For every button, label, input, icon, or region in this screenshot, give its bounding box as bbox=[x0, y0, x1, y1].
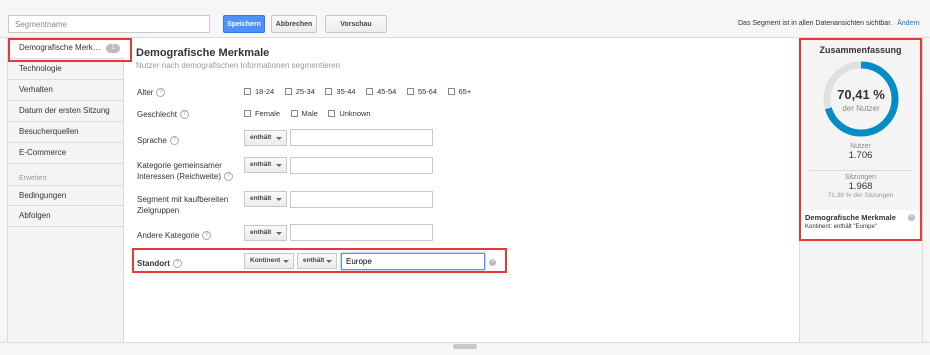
visibility-info: Das Segment ist in allen Datenansichten … bbox=[738, 20, 920, 27]
sidebar-item-technology[interactable]: Technologie bbox=[8, 59, 124, 80]
sidebar-item-label: Bedingungen bbox=[19, 191, 67, 200]
market-value-input[interactable] bbox=[290, 191, 433, 208]
other-label: Andere Kategorie bbox=[137, 231, 200, 240]
age-checkbox-35-44[interactable] bbox=[325, 88, 333, 96]
frame-right bbox=[922, 38, 930, 355]
chevron-down-icon bbox=[276, 198, 282, 201]
language-label: Sprache bbox=[137, 136, 167, 145]
gender-row-label: Geschlecht? bbox=[137, 109, 190, 120]
age-checkbox-45-54[interactable] bbox=[366, 88, 374, 96]
language-value-input[interactable] bbox=[290, 129, 433, 146]
sidebar-item-ecommerce[interactable]: E-Commerce bbox=[8, 143, 124, 164]
age-option-label: 25-34 bbox=[295, 87, 315, 97]
gender-label: Geschlecht bbox=[137, 110, 178, 119]
sidebar-item-label: E-Commerce bbox=[19, 148, 67, 157]
frame-left bbox=[0, 38, 8, 355]
market-operator-select[interactable]: enthält bbox=[244, 191, 287, 207]
section-title: Demografische Merkmale bbox=[136, 47, 270, 59]
summary-highlight-box bbox=[799, 38, 922, 241]
age-row-label: Alter? bbox=[137, 87, 166, 98]
gender-checkbox-unknown[interactable] bbox=[328, 110, 336, 118]
market-label-line2: Zielgruppen bbox=[137, 206, 180, 215]
operator-label: enthält bbox=[250, 229, 272, 236]
chevron-down-icon bbox=[276, 232, 282, 235]
age-option-label: 35-44 bbox=[336, 87, 356, 97]
help-icon[interactable]: ? bbox=[169, 136, 179, 146]
visibility-text: Das Segment ist in allen Datenansichten … bbox=[738, 20, 893, 27]
language-operator-select[interactable]: enthält bbox=[244, 130, 287, 146]
section-subtitle: Nutzer nach demografischen Informationen… bbox=[136, 61, 341, 70]
other-row-label: Andere Kategorie? bbox=[137, 230, 212, 241]
operator-label: enthält bbox=[250, 161, 272, 168]
other-operator-select[interactable]: enthält bbox=[244, 225, 287, 241]
help-icon[interactable]: ? bbox=[156, 88, 166, 98]
gender-option-label: Male bbox=[301, 109, 318, 119]
age-checkbox-25-34[interactable] bbox=[284, 88, 292, 96]
chevron-down-icon bbox=[276, 164, 282, 167]
category-sidebar: Demografische Merk… 1 Technologie Verhal… bbox=[8, 38, 124, 342]
age-option-label: 65+ bbox=[458, 87, 472, 97]
sidebar-item-label: Technologie bbox=[19, 64, 62, 73]
interest-row-label: Kategorie gemeinsamer Interessen (Reichwe… bbox=[137, 160, 234, 182]
sidebar-item-label: Verhalten bbox=[19, 85, 53, 94]
interest-label-line1: Kategorie gemeinsamer bbox=[137, 161, 222, 170]
preview-button[interactable]: Vorschau bbox=[325, 15, 387, 33]
gender-options: Female Male Unknown bbox=[244, 108, 379, 118]
age-checkbox-18-24[interactable] bbox=[244, 88, 251, 96]
age-option-label: 18-24 bbox=[255, 87, 275, 97]
sidebar-item-traffic-sources[interactable]: Besucherquellen bbox=[8, 122, 124, 143]
sidebar-item-sequences[interactable]: Abfolgen bbox=[8, 206, 124, 227]
age-options: 18-24 25-34 35-44 45-54 55-64 65+ bbox=[244, 86, 479, 96]
age-option-label: 45-54 bbox=[377, 87, 397, 97]
age-option-label: 55-64 bbox=[417, 87, 437, 97]
help-icon[interactable]: ? bbox=[180, 110, 190, 120]
help-icon[interactable]: ? bbox=[202, 231, 212, 241]
help-icon[interactable]: ? bbox=[224, 172, 234, 182]
chevron-down-icon bbox=[276, 137, 282, 140]
other-value-input[interactable] bbox=[290, 224, 433, 241]
cancel-button[interactable]: Abbrechen bbox=[271, 15, 317, 33]
sidebar-item-behavior[interactable]: Verhalten bbox=[8, 80, 124, 101]
interest-label-line2: Interessen (Reichweite) bbox=[137, 172, 222, 181]
interest-value-input[interactable] bbox=[290, 157, 433, 174]
save-button[interactable]: Speichern bbox=[223, 15, 265, 33]
segment-name-input[interactable] bbox=[8, 15, 210, 33]
change-visibility-link[interactable]: Ändern bbox=[897, 20, 920, 27]
gender-option-label: Unknown bbox=[339, 109, 371, 119]
horizontal-scrollbar[interactable] bbox=[453, 344, 477, 349]
sidebar-highlight-box bbox=[8, 38, 132, 62]
sidebar-item-conditions[interactable]: Bedingungen bbox=[8, 185, 124, 206]
age-label: Alter bbox=[137, 88, 154, 97]
sidebar-item-label: Besucherquellen bbox=[19, 127, 79, 136]
language-row-label: Sprache? bbox=[137, 135, 179, 146]
age-checkbox-55-64[interactable] bbox=[406, 88, 414, 96]
operator-label: enthält bbox=[250, 134, 272, 141]
market-label-line1: Segment mit kaufbereiten bbox=[137, 195, 229, 204]
operator-label: enthält bbox=[250, 195, 272, 202]
sidebar-item-label: Abfolgen bbox=[19, 211, 51, 220]
sidebar-item-label: Datum der ersten Sitzung bbox=[19, 106, 110, 115]
gender-checkbox-male[interactable] bbox=[290, 110, 298, 118]
interest-operator-select[interactable]: enthält bbox=[244, 157, 287, 173]
sidebar-item-first-session-date[interactable]: Datum der ersten Sitzung bbox=[8, 101, 124, 122]
sidebar-group-advanced: Erweitert bbox=[19, 175, 47, 182]
gender-option-label: Female bbox=[255, 109, 281, 119]
location-highlight-box bbox=[132, 248, 507, 273]
age-checkbox-65-plus[interactable] bbox=[447, 88, 455, 96]
gender-checkbox-female[interactable] bbox=[244, 110, 251, 118]
market-row-label: Segment mit kaufbereiten Zielgruppen bbox=[137, 194, 228, 216]
